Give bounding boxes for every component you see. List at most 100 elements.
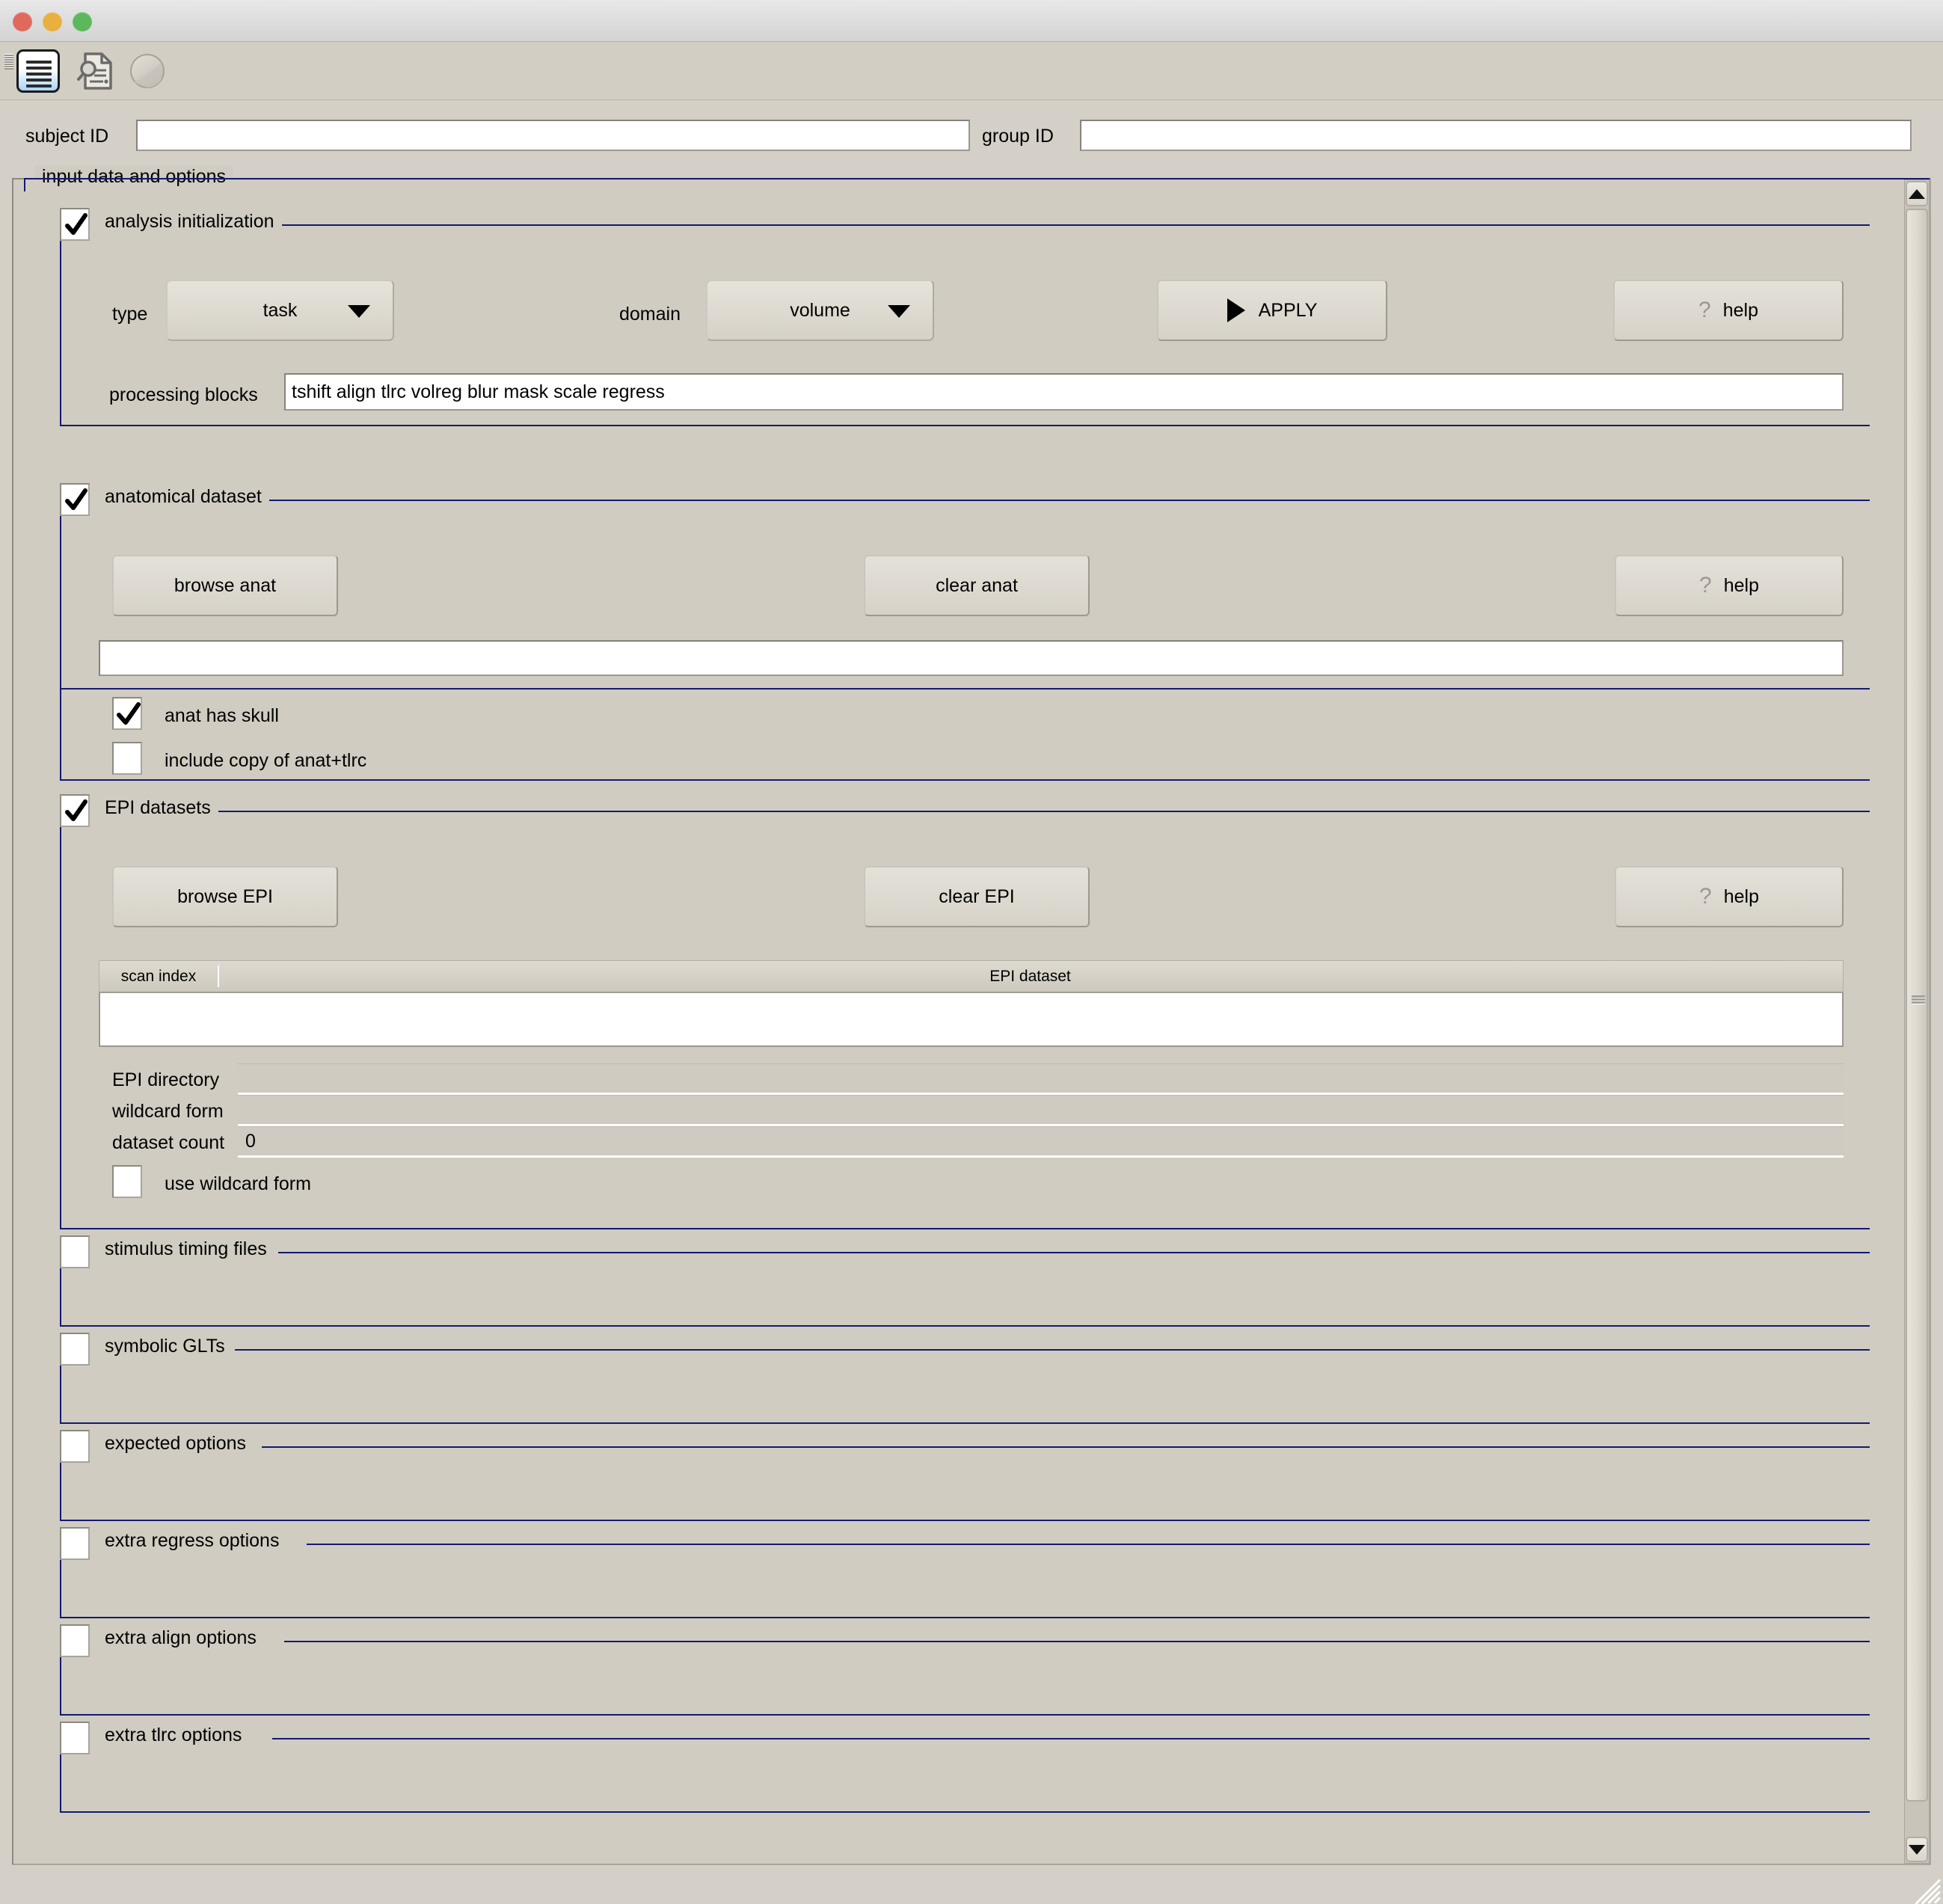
type-value: task [263,299,298,321]
epi-table-body[interactable] [99,993,1844,1047]
extra-align-options-title: extra align options [97,1627,264,1649]
vertical-scrollbar[interactable] [1904,179,1930,1864]
clear-epi-button[interactable]: clear EPI [864,866,1090,927]
toolbar [0,42,1943,100]
anatomical-dataset-checkbox[interactable] [60,483,90,516]
extra-tlrc-options-checkbox[interactable] [60,1722,90,1754]
document-search-glyph [77,52,112,90]
epi-table-col-epi-dataset: EPI dataset [989,967,1071,985]
panel-title: input data and options [34,166,234,188]
processing-blocks-input[interactable]: tshift align tlrc volreg blur mask scale… [284,373,1844,411]
apply-button[interactable]: APPLY [1157,280,1387,341]
close-button[interactable] [13,12,32,31]
subject-id-input[interactable] [136,120,970,151]
circle-glyph [130,54,165,88]
dataset-count-label: dataset count [112,1132,225,1153]
question-mark-icon: ? [1698,298,1711,322]
scroll-down-arrow-icon[interactable] [1906,1837,1928,1862]
expected-options-checkbox[interactable] [60,1430,90,1463]
epi-datasets-checkbox[interactable] [60,794,90,827]
symbolic-glts-checkbox[interactable] [60,1333,90,1366]
anat-has-skull-label: anat has skull [165,705,279,726]
wildcard-form-value [238,1095,1844,1126]
use-wildcard-form-label: use wildcard form [165,1173,311,1194]
group-id-label: group ID [982,126,1054,147]
epi-datasets-group: EPI datasets browse EPI clear EPI ? help… [60,794,1870,1229]
domain-combobox[interactable]: volume [706,280,934,341]
chevron-down-icon [348,305,370,318]
anatomical-dataset-group: anatomical dataset browse anat clear ana… [60,483,1870,781]
dataset-count-value: 0 [238,1126,1844,1158]
epi-datasets-title: EPI datasets [97,797,218,819]
lines-document-icon[interactable] [16,49,60,93]
application-window: subject ID group ID input data and optio… [0,0,1943,1904]
play-triangle-icon [1227,298,1245,322]
input-data-and-options-panel: input data and options analysis initiali… [12,166,1931,1865]
subject-id-label: subject ID [25,126,109,147]
analysis-initialization-help-button[interactable]: ? help [1613,280,1844,341]
epi-datasets-help-button[interactable]: ? help [1615,866,1844,927]
group-toprule [233,224,1870,226]
group-toprule [235,1349,1870,1351]
extra-regress-options-group: extra regress options [60,1527,1870,1618]
analysis-initialization-group: analysis initialization type task domain… [60,208,1870,426]
extra-regress-options-title: extra regress options [97,1530,287,1552]
domain-label: domain [619,304,681,325]
circle-icon[interactable] [126,49,169,93]
analysis-initialization-checkbox[interactable] [60,208,90,241]
scrollbar-thumb[interactable] [1906,209,1928,1802]
wildcard-form-label: wildcard form [112,1101,224,1122]
scrollbar-grip-icon [1912,995,1925,1010]
analysis-initialization-title: analysis initialization [97,211,282,233]
window-resize-grip[interactable] [1906,1867,1942,1904]
minimize-button[interactable] [43,12,62,31]
group-toprule [284,1641,1870,1642]
browse-epi-label: browse EPI [177,885,273,907]
include-copy-anat-tlrc-checkbox[interactable] [112,742,142,775]
processing-blocks-label: processing blocks [109,384,258,405]
symbolic-glts-title: symbolic GLTs [97,1336,233,1357]
group-toprule [187,811,1870,812]
window-titlebar [0,0,1943,42]
browse-epi-button[interactable]: browse EPI [112,866,338,927]
group-toprule [227,500,1870,501]
extra-align-options-checkbox[interactable] [60,1624,90,1657]
stimulus-timing-files-title: stimulus timing files [97,1238,274,1260]
epi-directory-label: EPI directory [112,1069,220,1090]
scroll-up-arrow-icon[interactable] [1906,181,1928,206]
use-wildcard-form-checkbox[interactable] [112,1165,142,1198]
group-toprule [278,1252,1870,1253]
anatomical-dataset-help-button[interactable]: ? help [1615,555,1844,616]
browse-anat-label: browse anat [174,574,277,596]
chevron-down-icon [888,305,910,318]
epi-table-header: scan index EPI dataset [99,960,1844,993]
extra-tlrc-options-group: extra tlrc options [60,1722,1870,1813]
clear-anat-label: clear anat [936,574,1018,596]
group-id-input[interactable] [1080,120,1912,151]
type-combobox[interactable]: task [166,280,394,341]
extra-tlrc-options-title: extra tlrc options [97,1725,250,1746]
stimulus-timing-files-checkbox[interactable] [60,1235,90,1268]
browse-anat-button[interactable]: browse anat [112,555,338,616]
lines-glyph [26,61,52,87]
clear-epi-label: clear EPI [939,885,1015,907]
help-label: help [1723,574,1759,596]
apply-label: APPLY [1258,299,1318,321]
panel-title-tick [24,178,25,191]
domain-value: volume [790,299,850,321]
help-label: help [1723,885,1759,907]
epi-table-col-scan-index: scan index [120,967,197,985]
include-copy-anat-tlrc-label: include copy of anat+tlrc [165,750,367,771]
document-search-icon[interactable] [73,49,117,93]
clear-anat-button[interactable]: clear anat [864,555,1090,616]
question-mark-icon: ? [1699,573,1712,598]
symbolic-glts-group: symbolic GLTs [60,1333,1870,1424]
type-label: type [112,304,148,325]
toolbar-grip[interactable] [4,54,13,90]
anat-path-input[interactable] [99,640,1844,676]
extra-regress-options-checkbox[interactable] [60,1527,90,1560]
zoom-button[interactable] [73,12,92,31]
expected-options-title: expected options [97,1433,254,1455]
anat-has-skull-checkbox[interactable] [112,697,142,730]
anatomical-dataset-title: anatomical dataset [97,486,269,508]
